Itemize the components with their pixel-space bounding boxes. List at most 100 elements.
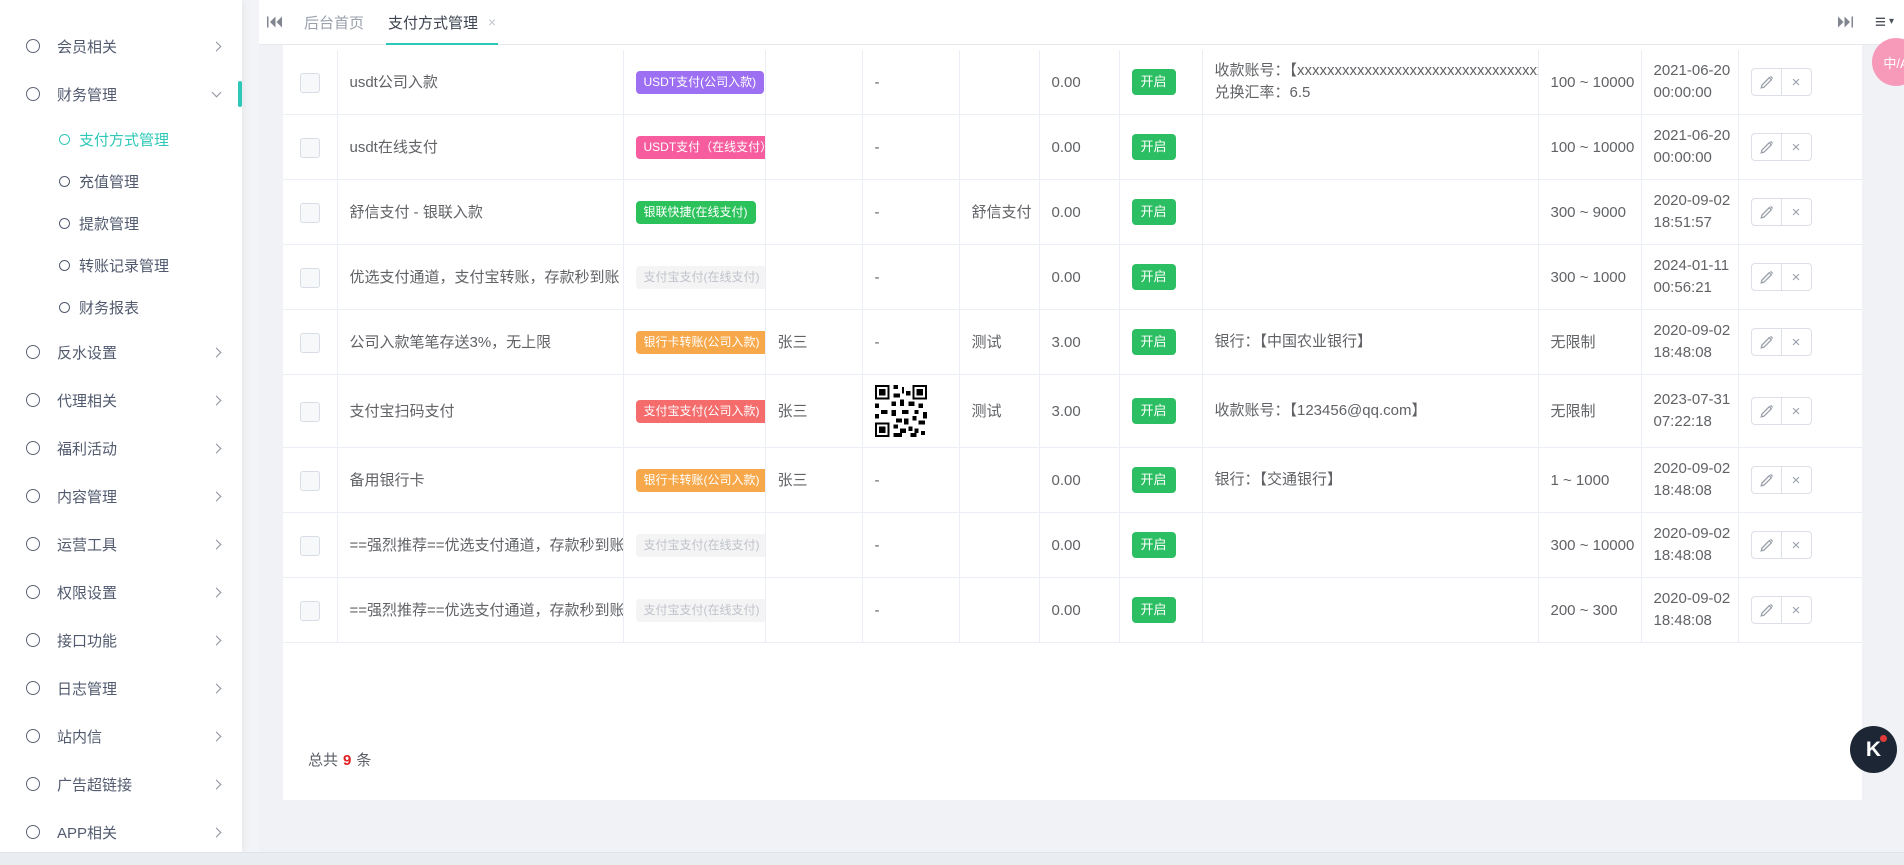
sidebar-subitem[interactable]: 提款管理 — [0, 202, 242, 244]
payment-name: 公司入款笔笔存送3%，无上限 — [337, 310, 623, 375]
row-checkbox[interactable] — [300, 73, 320, 93]
chevron-icon — [212, 41, 222, 51]
nav-item-label: 代理相关 — [57, 390, 213, 411]
sidebar-subitem[interactable]: 财务报表 — [0, 286, 242, 328]
row-action-group: × — [1751, 328, 1812, 356]
scroll-tabs-start-icon[interactable] — [267, 16, 282, 28]
tabs: 后台首页 支付方式管理 × — [282, 0, 498, 44]
qr-code-image — [875, 385, 927, 437]
edit-button[interactable] — [1751, 328, 1782, 356]
scroll-tabs-end-icon[interactable] — [1838, 16, 1853, 28]
status-toggle-badge[interactable]: 开启 — [1132, 264, 1176, 290]
status-toggle-badge[interactable]: 开启 — [1132, 329, 1176, 355]
tab[interactable]: 支付方式管理 × — [386, 0, 498, 44]
row-action-group: × — [1751, 133, 1812, 161]
sidebar-item[interactable]: APP相关 — [0, 808, 242, 852]
payment-type-badge: 支付宝支付(在线支付) — [636, 599, 766, 622]
tab-options-menu[interactable]: ≡ ▾ — [1875, 13, 1894, 32]
edit-button[interactable] — [1751, 133, 1782, 161]
delete-button[interactable]: × — [1781, 198, 1812, 226]
sidebar-subitem[interactable]: 转账记录管理 — [0, 244, 242, 286]
status-toggle-badge[interactable]: 开启 — [1132, 398, 1176, 424]
pencil-icon — [1759, 538, 1774, 553]
sidebar-scrollbar[interactable] — [242, 0, 259, 852]
row-checkbox[interactable] — [300, 203, 320, 223]
tab[interactable]: 后台首页 — [302, 0, 366, 44]
delete-icon: × — [1792, 602, 1801, 619]
edit-button[interactable] — [1751, 198, 1782, 226]
sidebar-subitem[interactable]: 支付方式管理 — [0, 118, 242, 160]
nav-item-label: 广告超链接 — [57, 774, 213, 795]
row-checkbox[interactable] — [300, 471, 320, 491]
sidebar-item[interactable]: 代理相关 — [0, 376, 242, 424]
delete-button[interactable]: × — [1781, 133, 1812, 161]
status-toggle-badge[interactable]: 开启 — [1132, 532, 1176, 558]
sidebar-item[interactable]: 站内信 — [0, 712, 242, 760]
bottom-scrollbar-track[interactable] — [0, 852, 1904, 865]
row-checkbox[interactable] — [300, 138, 320, 158]
payment-name: ==强烈推荐==优选支付通道，存款秒到账 — [337, 513, 623, 578]
chevron-icon — [212, 587, 222, 597]
sidebar-item[interactable]: 接口功能 — [0, 616, 242, 664]
delete-button[interactable]: × — [1781, 328, 1812, 356]
sidebar-item[interactable]: 日志管理 — [0, 664, 242, 712]
delete-icon: × — [1792, 537, 1801, 554]
sidebar-subitem[interactable]: 充值管理 — [0, 160, 242, 202]
sidebar-item[interactable]: 会员相关 — [0, 22, 242, 70]
sidebar-item[interactable]: 财务管理 — [0, 70, 242, 118]
total-count: 9 — [343, 752, 351, 769]
payment-type-badge: 银联快捷(在线支付) — [636, 201, 756, 224]
edit-button[interactable] — [1751, 466, 1782, 494]
status-toggle-badge[interactable]: 开启 — [1132, 597, 1176, 623]
row-action-group: × — [1751, 466, 1812, 494]
delete-button[interactable]: × — [1781, 397, 1812, 425]
sidebar-item[interactable]: 权限设置 — [0, 568, 242, 616]
row-action-group: × — [1751, 198, 1812, 226]
fee-rate: 0.00 — [1039, 180, 1119, 245]
delete-button[interactable]: × — [1781, 263, 1812, 291]
table-row: ==强烈推荐==优选支付通道，存款秒到账 支付宝支付(在线支付) - 0.00 … — [283, 578, 1862, 643]
update-time: 2020-09-0218:48:08 — [1641, 448, 1738, 513]
nav-item-label: 会员相关 — [57, 36, 213, 57]
status-toggle-badge[interactable]: 开启 — [1132, 199, 1176, 225]
account-details — [1202, 245, 1538, 310]
remark — [959, 245, 1039, 310]
row-checkbox[interactable] — [300, 601, 320, 621]
fee-rate: 0.00 — [1039, 50, 1119, 115]
status-toggle-badge[interactable]: 开启 — [1132, 134, 1176, 160]
sidebar-nav: 会员相关 财务管理 支付方式管理 充值管理 提款管理 转账记录管理 财务报表 反… — [0, 22, 242, 852]
sidebar-item[interactable]: 福利活动 — [0, 424, 242, 472]
edit-button[interactable] — [1751, 263, 1782, 291]
sidebar-item[interactable]: 内容管理 — [0, 472, 242, 520]
qr-cell: - — [862, 50, 959, 115]
payment-type-badge: 支付宝支付(在线支付) — [636, 534, 766, 557]
edit-button[interactable] — [1751, 68, 1782, 96]
edit-button[interactable] — [1751, 397, 1782, 425]
menu-ring-icon — [26, 489, 40, 503]
delete-button[interactable]: × — [1781, 596, 1812, 624]
edit-button[interactable] — [1751, 596, 1782, 624]
sidebar-item[interactable]: 运营工具 — [0, 520, 242, 568]
row-checkbox[interactable] — [300, 268, 320, 288]
row-checkbox[interactable] — [300, 536, 320, 556]
remark — [959, 513, 1039, 578]
delete-icon: × — [1792, 269, 1801, 286]
delete-button[interactable]: × — [1781, 68, 1812, 96]
active-menu-indicator — [238, 81, 242, 107]
status-toggle-badge[interactable]: 开启 — [1132, 467, 1176, 493]
customer-service-button[interactable]: K — [1850, 726, 1897, 773]
status-toggle-badge[interactable]: 开启 — [1132, 69, 1176, 95]
delete-button[interactable]: × — [1781, 531, 1812, 559]
payment-type-badge: 银行卡转账(公司入款) — [636, 331, 766, 354]
sidebar: 会员相关 财务管理 支付方式管理 充值管理 提款管理 转账记录管理 财务报表 反… — [0, 0, 242, 852]
sidebar-item[interactable]: 广告超链接 — [0, 760, 242, 808]
edit-button[interactable] — [1751, 531, 1782, 559]
sidebar-item[interactable]: 反水设置 — [0, 328, 242, 376]
menu-ring-icon — [26, 393, 40, 407]
tab-close-icon[interactable]: × — [488, 15, 496, 29]
amount-limit: 300 ~ 9000 — [1538, 180, 1641, 245]
nav-item-label: 反水设置 — [57, 342, 213, 363]
row-checkbox[interactable] — [300, 333, 320, 353]
delete-button[interactable]: × — [1781, 466, 1812, 494]
row-checkbox[interactable] — [300, 402, 320, 422]
